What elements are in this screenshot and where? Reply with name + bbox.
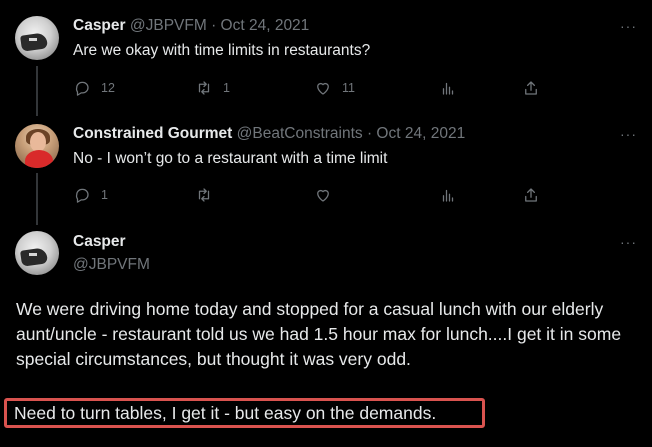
share-button[interactable]: [522, 78, 540, 98]
share-icon: [525, 188, 537, 202]
thread-connector-line: [36, 173, 38, 225]
reply-icon: [75, 188, 89, 203]
avatar[interactable]: [15, 124, 59, 168]
tweet-actions: 1: [73, 185, 543, 205]
avatar[interactable]: [15, 231, 59, 275]
retweet-icon: [198, 81, 210, 95]
retweet-button[interactable]: 1: [195, 78, 230, 98]
heart-icon: [317, 189, 329, 202]
reply-button[interactable]: 12: [73, 78, 115, 98]
reply-count: 12: [101, 81, 115, 95]
thread-connector-line: [36, 66, 38, 116]
reply-count: 1: [101, 188, 108, 202]
views-button[interactable]: [439, 78, 457, 98]
share-icon: [525, 81, 537, 95]
heart-icon: [317, 82, 329, 95]
tweet-actions: 12 1 11: [73, 78, 543, 98]
retweet-count: 1: [223, 81, 230, 95]
tweet-header: Constrained Gourmet @BeatConstraints · O…: [73, 124, 465, 144]
author-name[interactable]: Casper: [73, 232, 126, 252]
retweet-icon: [198, 188, 210, 202]
like-button[interactable]: 11: [314, 78, 355, 98]
author-handle[interactable]: @JBPVFM: [73, 255, 150, 275]
retweet-button[interactable]: [195, 185, 213, 205]
tweet-date[interactable]: · Oct 24, 2021: [211, 17, 309, 34]
views-icon: [442, 189, 454, 202]
share-button[interactable]: [522, 185, 540, 205]
more-options-icon[interactable]: ···: [620, 126, 637, 142]
views-icon: [442, 82, 454, 95]
avatar[interactable]: [15, 16, 59, 60]
author-name[interactable]: Constrained Gourmet: [73, 125, 232, 142]
reply-button[interactable]: 1: [73, 185, 108, 205]
tweet-date[interactable]: · Oct 24, 2021: [367, 125, 465, 142]
more-options-icon[interactable]: ···: [620, 234, 637, 250]
views-button[interactable]: [439, 185, 457, 205]
tweet-text-highlighted: Need to turn tables, I get it - but easy…: [14, 403, 437, 423]
more-options-icon[interactable]: ···: [620, 18, 637, 34]
reply-icon: [75, 81, 89, 96]
tweet-text: We were driving home today and stopped f…: [16, 299, 622, 369]
author-name[interactable]: Casper: [73, 17, 126, 34]
tweet-header: Casper @JBPVFM · Oct 24, 2021: [73, 16, 309, 36]
like-count: 11: [342, 81, 355, 95]
author-handle[interactable]: @JBPVFM: [130, 17, 207, 34]
tweet-text: No - I won’t go to a restaurant with a t…: [73, 150, 388, 167]
author-handle[interactable]: @BeatConstraints: [237, 125, 363, 142]
tweet-text: Are we okay with time limits in restaura…: [73, 42, 371, 59]
like-button[interactable]: [314, 185, 332, 205]
